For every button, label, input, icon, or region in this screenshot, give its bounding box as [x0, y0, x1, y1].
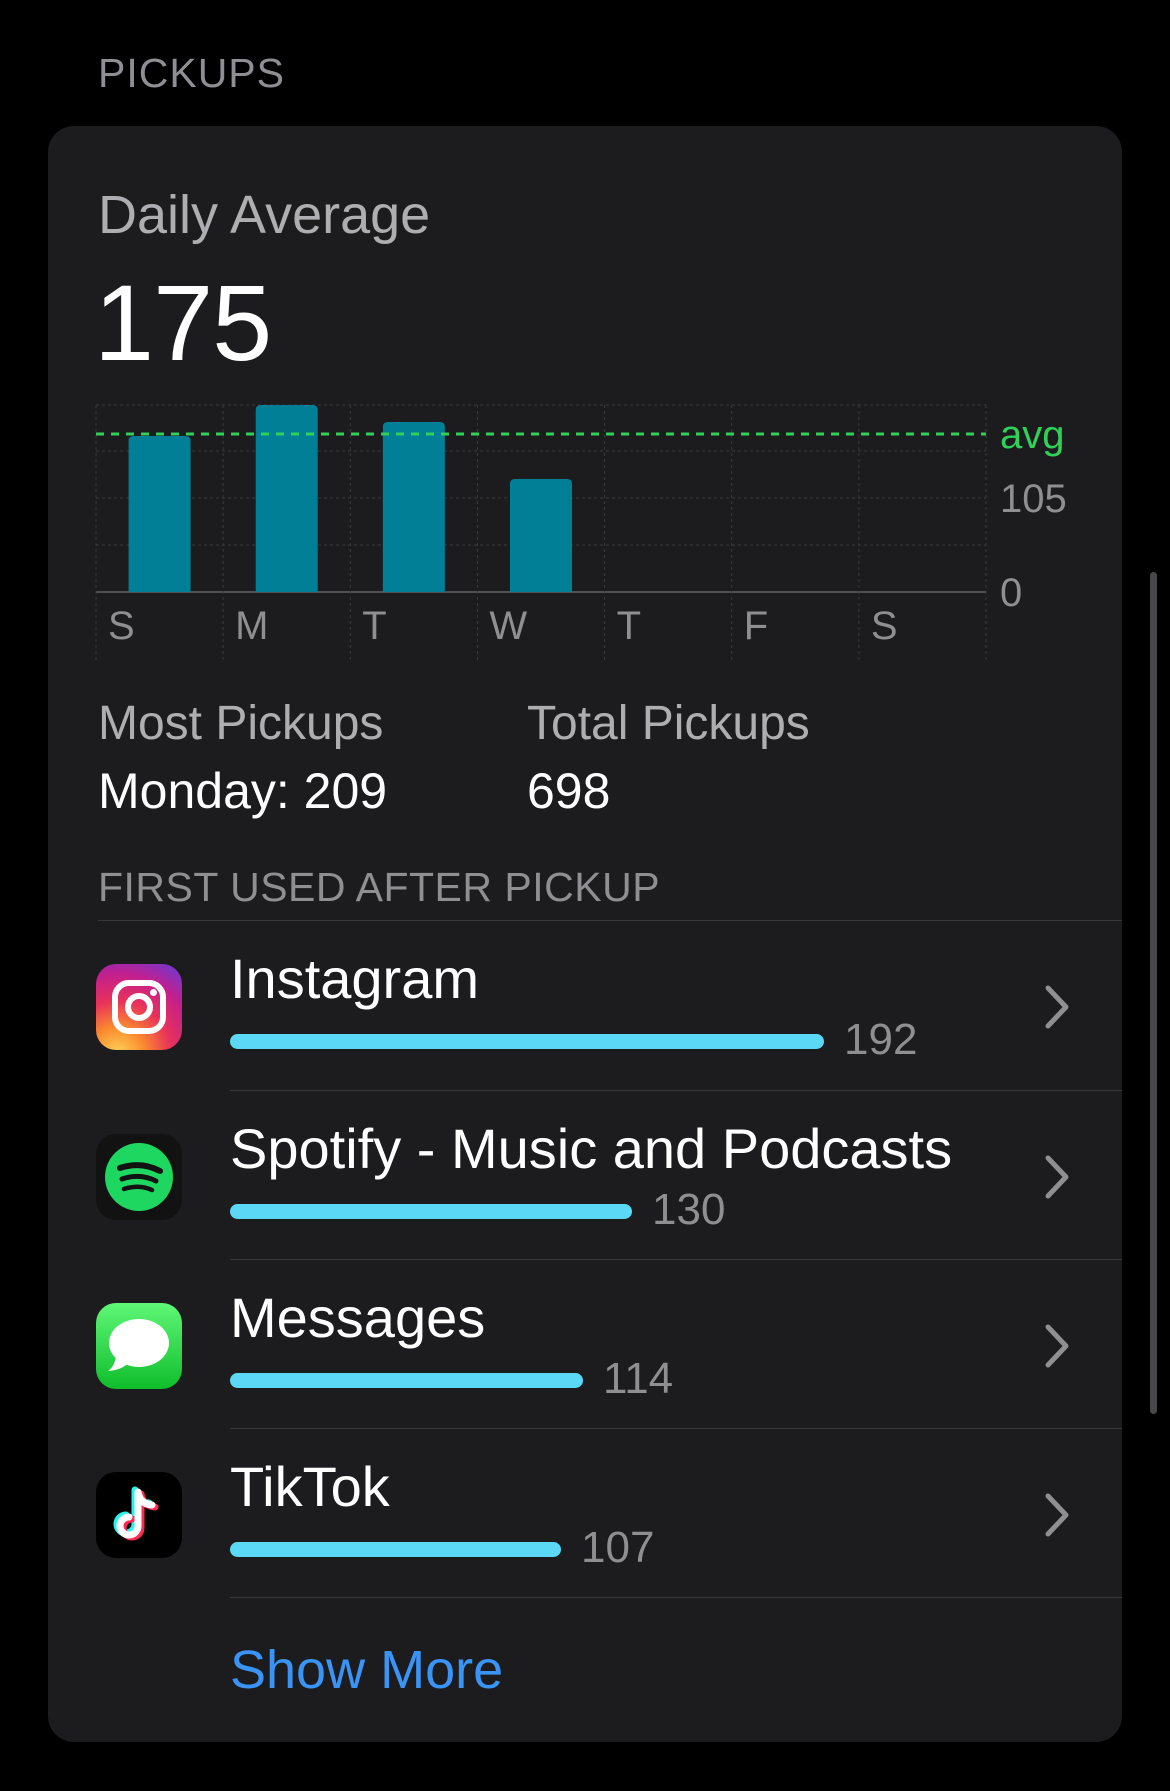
tiktok-icon [96, 1472, 182, 1558]
messages-icon [96, 1303, 182, 1389]
bar [128, 436, 191, 592]
instagram-icon [96, 964, 182, 1050]
app-count: 107 [581, 1523, 655, 1572]
app-count: 192 [844, 1015, 918, 1064]
total-pickups-label: Total Pickups [527, 697, 810, 750]
bar [382, 422, 445, 592]
app-row-tiktok[interactable]: TikTok 107 [48, 1430, 1122, 1598]
chevron-right-icon [1045, 1324, 1069, 1368]
x-tick-label: S [108, 604, 135, 648]
y-tick-label: 0 [1000, 571, 1022, 615]
divider [230, 1428, 1122, 1429]
app-count: 130 [652, 1185, 726, 1234]
most-pickups-value: Monday: 209 [98, 763, 388, 819]
most-pickups-label: Most Pickups [98, 697, 384, 750]
app-row-instagram[interactable]: Instagram 192 [48, 922, 1122, 1090]
x-tick-label: S [871, 604, 898, 648]
divider [230, 1597, 1122, 1598]
spotify-icon [96, 1134, 182, 1220]
pickups-card: Daily Average 175 avg 105 0 S M T W T F S Most Pi… [48, 126, 1122, 1742]
app-row-messages[interactable]: Messages 114 [48, 1261, 1122, 1429]
usage-bar [230, 1034, 824, 1049]
x-tick-label: T [362, 604, 386, 648]
app-row-spotify[interactable]: Spotify - Music and Podcasts 130 [48, 1092, 1122, 1260]
total-pickups-value: 698 [527, 763, 611, 819]
usage-bar [230, 1204, 632, 1219]
x-tick-label: F [744, 604, 768, 648]
divider [98, 920, 1122, 921]
average-label: avg [1000, 413, 1065, 457]
divider [230, 1259, 1122, 1260]
first-used-header: FIRST USED AFTER PICKUP [98, 864, 661, 910]
x-tick-label: W [489, 604, 527, 648]
y-tick-label: 105 [1000, 477, 1067, 521]
show-more-button[interactable]: Show More [230, 1639, 503, 1701]
app-name: TikTok [230, 1455, 390, 1518]
app-count: 114 [603, 1354, 674, 1403]
app-name: Instagram [230, 947, 479, 1010]
x-tick-label: T [617, 604, 641, 648]
app-name: Messages [230, 1286, 486, 1349]
pickups-chart[interactable]: avg 105 0 S M T W T F S [48, 126, 1122, 686]
section-title: PICKUPS [98, 50, 285, 96]
chevron-right-icon [1045, 1493, 1069, 1537]
chevron-right-icon [1045, 985, 1069, 1029]
usage-bar [230, 1542, 561, 1557]
x-tick-label: M [235, 604, 268, 648]
app-name: Spotify - Music and Podcasts [230, 1117, 953, 1180]
bar [510, 479, 572, 592]
scrollbar[interactable] [1150, 572, 1157, 1414]
usage-bar [230, 1373, 583, 1388]
divider [230, 1090, 1122, 1091]
chevron-right-icon [1045, 1155, 1069, 1199]
